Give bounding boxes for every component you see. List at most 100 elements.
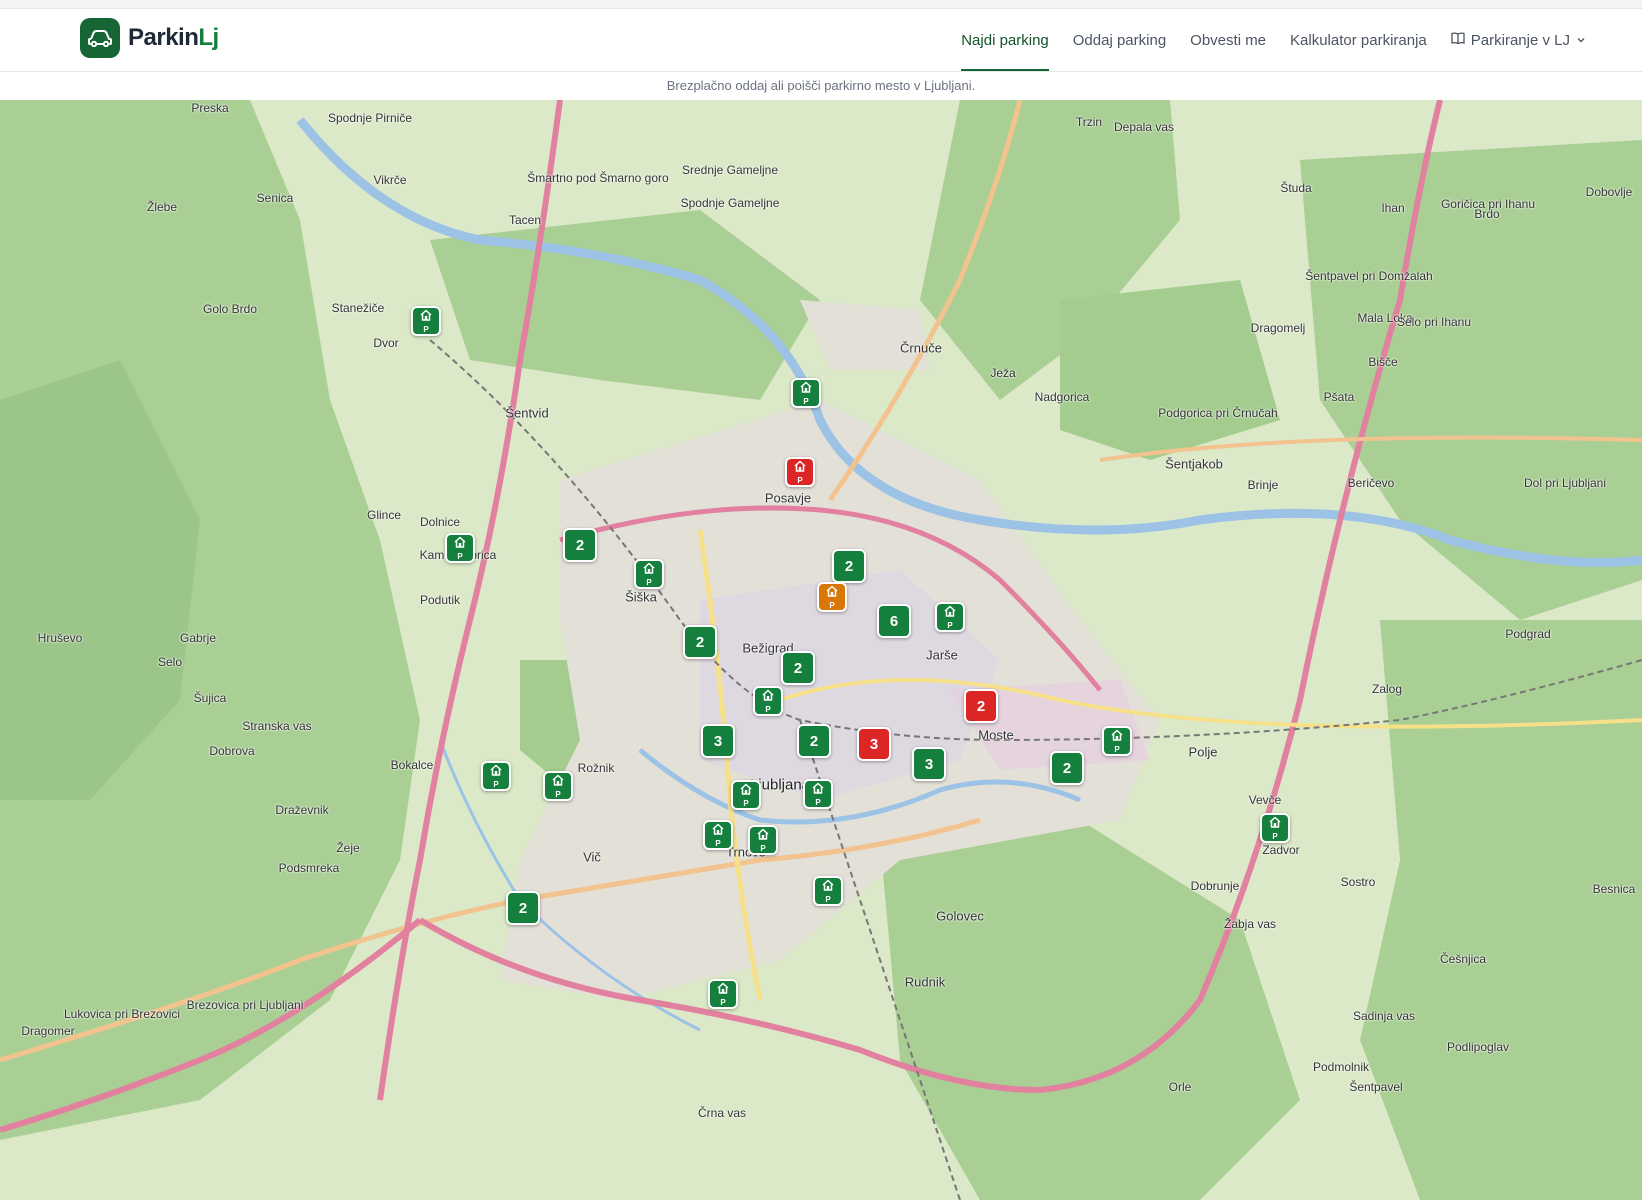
map-place-label: Črnuče (900, 340, 942, 356)
browser-top-strip (0, 0, 1642, 9)
cluster-count: 2 (1062, 759, 1072, 777)
map-place-label: Dol pri Ljubljani (1523, 476, 1607, 490)
parking-spot-marker[interactable]: P (817, 582, 847, 612)
parking-cluster-marker[interactable]: 3 (857, 727, 891, 761)
map-place-label: Depala vas (1113, 120, 1175, 134)
cluster-count: 6 (889, 612, 899, 630)
parking-cluster-marker[interactable]: 2 (683, 625, 717, 659)
parking-p-label: P (815, 798, 821, 807)
car-icon (80, 18, 120, 58)
main-nav: Najdi parking Oddaj parking Obvesti me K… (961, 9, 1586, 71)
map-place-label: Šentvid (505, 405, 549, 421)
parking-cluster-marker[interactable]: 2 (832, 549, 866, 583)
map-place-label: Goričica pri Ihanu (1440, 197, 1536, 211)
cluster-count: 2 (809, 732, 819, 750)
parking-spot-marker[interactable]: P (445, 533, 475, 563)
parking-p-label: P (760, 844, 766, 853)
parking-spot-marker[interactable]: P (411, 306, 441, 336)
house-icon (642, 561, 656, 579)
map-place-label: Brinje (1247, 478, 1279, 492)
parking-p-label: P (493, 780, 499, 789)
parking-cluster-marker[interactable]: 2 (797, 724, 831, 758)
map-place-label: Šujica (193, 691, 227, 705)
parking-spot-marker[interactable]: P (703, 820, 733, 850)
parking-cluster-marker[interactable]: 2 (1050, 751, 1084, 785)
brand-name: ParkinLj (128, 24, 219, 51)
parking-spot-marker[interactable]: P (813, 876, 843, 906)
map-place-label: Podsmreka (278, 861, 340, 875)
parking-p-label: P (720, 998, 726, 1007)
house-icon (943, 604, 957, 622)
parking-spot-marker[interactable]: P (803, 779, 833, 809)
map-place-label: Šentpavel (1349, 1080, 1403, 1094)
nav-najdi-parking[interactable]: Najdi parking (961, 9, 1049, 71)
parking-cluster-marker[interactable]: 3 (912, 747, 946, 781)
map-place-label: Sostro (1340, 875, 1376, 889)
parking-map[interactable]: Preska Spodnje Pirniče Vikrče Tacen Šmartno … (0, 100, 1642, 1200)
map-place-label: Žlebe (146, 200, 178, 214)
map-place-label: Dobrunje (1190, 879, 1240, 893)
map-place-label: Srednje Gameljne (681, 163, 779, 177)
map-place-label: Šiška (625, 589, 657, 605)
cluster-count: 2 (793, 659, 803, 677)
map-place-label: Šentpavel pri Domžalah (1305, 269, 1433, 283)
cluster-count: 3 (924, 755, 934, 773)
parking-spot-marker[interactable]: P (634, 559, 664, 589)
parking-p-label: P (555, 790, 561, 799)
tagline: Brezplačno oddaj ali poišči parkirno mes… (0, 72, 1642, 100)
map-place-label: Podmolnik (1312, 1060, 1370, 1074)
nav-parkiranje-dropdown[interactable]: Parkiranje v LJ (1451, 31, 1586, 49)
map-place-label: Moste (978, 727, 1014, 743)
map-place-label: Rožnik (577, 761, 615, 775)
map-place-label: Spodnje Gameljne (680, 196, 780, 210)
map-place-label: Dragomer (21, 1024, 75, 1038)
parking-p-label: P (797, 476, 803, 485)
map-place-label: Šentjakob (1165, 456, 1223, 472)
parking-spot-marker[interactable]: P (748, 825, 778, 855)
parking-spot-marker[interactable]: P (708, 979, 738, 1009)
parking-spot-marker[interactable]: P (731, 780, 761, 810)
map-place-label: Golovec (936, 908, 984, 924)
house-icon (419, 308, 433, 326)
parking-p-label: P (947, 621, 953, 630)
parking-spot-marker[interactable]: P (785, 457, 815, 487)
map-place-label: Dobrova (209, 744, 255, 758)
nav-obvesti-me[interactable]: Obvesti me (1190, 9, 1266, 71)
parking-cluster-marker[interactable]: 2 (563, 528, 597, 562)
parking-cluster-marker[interactable]: 2 (964, 689, 998, 723)
parking-cluster-marker[interactable]: 3 (701, 724, 735, 758)
map-place-label: Golo Brdo (202, 302, 258, 316)
map-place-label: Senica (256, 191, 294, 205)
map-place-label: Dobovlje (1585, 185, 1633, 199)
house-icon (1268, 815, 1282, 833)
map-place-label: Češnjica (1439, 952, 1487, 966)
cluster-count: 2 (844, 557, 854, 575)
nav-oddaj-parking[interactable]: Oddaj parking (1073, 9, 1166, 71)
map-place-label: Študa (1280, 181, 1312, 195)
map-place-label: Rudnik (904, 974, 946, 990)
cluster-count: 2 (976, 697, 986, 715)
parking-spot-marker[interactable]: P (481, 761, 511, 791)
parking-cluster-marker[interactable]: 2 (781, 651, 815, 685)
parking-spot-marker[interactable]: P (935, 602, 965, 632)
map-place-label: Ježa (990, 366, 1016, 380)
parking-spot-marker[interactable]: P (543, 771, 573, 801)
nav-kalkulator-parkiranja[interactable]: Kalkulator parkiranja (1290, 9, 1427, 71)
book-icon (1451, 31, 1465, 49)
parking-spot-marker[interactable]: P (1260, 813, 1290, 843)
parking-p-label: P (457, 552, 463, 561)
brand-logo[interactable]: ParkinLj (80, 18, 219, 58)
map-place-label: Sadinja vas (1352, 1009, 1416, 1023)
house-icon (799, 380, 813, 398)
map-place-label: Glince (366, 508, 402, 522)
parking-cluster-marker[interactable]: 6 (877, 604, 911, 638)
house-icon (1110, 728, 1124, 746)
parking-spot-marker[interactable]: P (1102, 726, 1132, 756)
house-icon (821, 878, 835, 896)
parking-spot-marker[interactable]: P (791, 378, 821, 408)
cluster-count: 2 (695, 633, 705, 651)
map-place-label: Zadvor (1262, 843, 1300, 857)
map-place-label: Preska (191, 101, 229, 115)
parking-cluster-marker[interactable]: 2 (506, 891, 540, 925)
parking-spot-marker[interactable]: P (753, 686, 783, 716)
